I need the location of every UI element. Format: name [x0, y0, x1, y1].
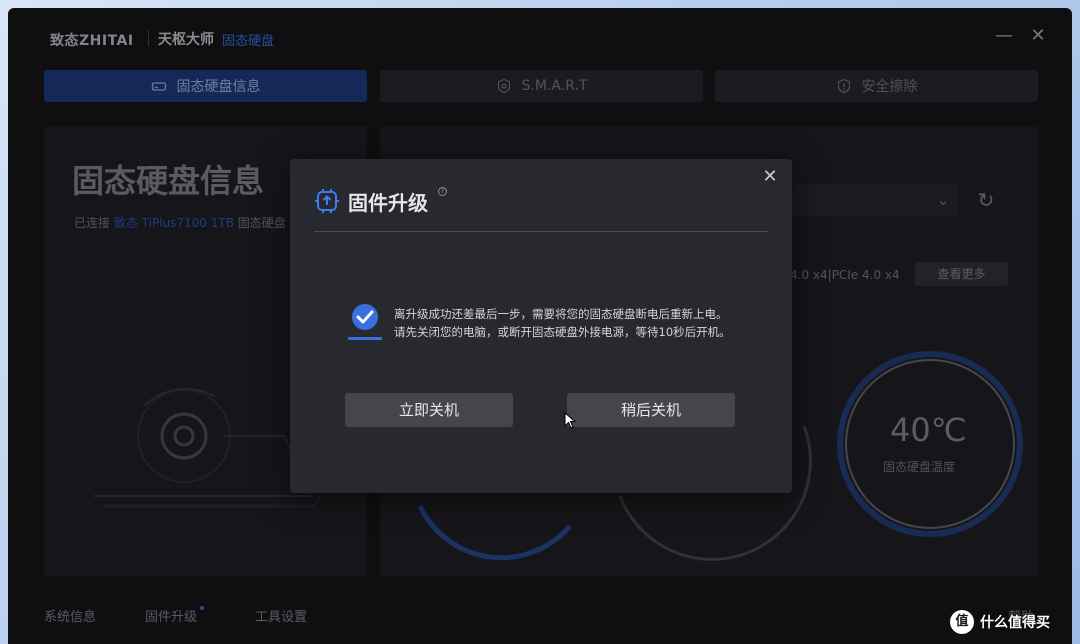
message-line-2: 请先关闭您的电脑，或断开固态硬盘外接电源，等待10秒后开机。 [394, 325, 731, 339]
dialog-message: 离升级成功还差最后一步，需要将您的固态硬盘断电后重新上电。 请先关闭您的电脑，或… [394, 305, 774, 341]
shutdown-now-button[interactable]: 立即关机 [345, 393, 513, 427]
dialog-title: 固件升级 [348, 191, 428, 215]
mouse-cursor-icon [564, 412, 576, 429]
chip-upgrade-icon [315, 189, 339, 213]
close-icon[interactable]: ✕ [760, 167, 780, 187]
watermark-text: 什么值得买 [980, 615, 1050, 631]
firmware-upgrade-dialog: ✕ 固件升级 ? 离升级成功还差最后一步，需要将您的固态硬盘断电后重新上电。 请… [290, 159, 792, 493]
watermark: 值 什么值得买 [950, 608, 1050, 636]
watermark-badge: 值 [950, 610, 974, 634]
dialog-divider [314, 231, 768, 232]
message-line-1: 离升级成功还差最后一步，需要将您的固态硬盘断电后重新上电。 [394, 307, 728, 321]
help-icon[interactable]: ? [438, 187, 447, 196]
check-circle-icon [348, 304, 382, 340]
shutdown-later-button[interactable]: 稍后关机 [567, 393, 735, 427]
